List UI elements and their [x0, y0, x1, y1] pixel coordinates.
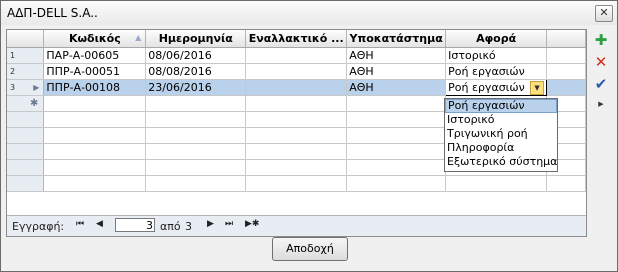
previous-record-icon[interactable]: ◀ [96, 219, 103, 229]
cell-about-value: Ροή εργασιών [448, 81, 525, 94]
cell-code[interactable]: ΠΑΡ-Α-00605 [43, 47, 147, 64]
empty-indicator [7, 111, 45, 128]
column-header-alt[interactable]: Εναλλακτικό ... [245, 30, 348, 48]
empty-indicator [7, 159, 45, 176]
next-record-icon[interactable]: ▶ [207, 219, 214, 229]
cell-alt[interactable] [245, 47, 348, 64]
row-filler [546, 47, 586, 64]
cell-date[interactable]: 08/08/2016 [145, 63, 247, 80]
cell-alt[interactable] [245, 79, 348, 96]
row-filler [546, 79, 586, 96]
title-bar: ΑΔΠ-DELL S.A.. ✕ [1, 1, 617, 25]
table-row[interactable]: 2 ΠΠΡ-Α-00051 08/08/2016 ΑΘΗ Ροή εργασιώ… [7, 63, 586, 80]
empty-cell[interactable] [43, 95, 147, 112]
row-filler [546, 63, 586, 80]
accept-button[interactable]: Αποδοχή [272, 237, 348, 261]
dropdown-option[interactable]: Τριγωνική ροή [445, 127, 557, 141]
empty-cell[interactable] [245, 95, 348, 112]
dropdown-option[interactable]: Ιστορικό [445, 113, 557, 127]
record-label: Εγγραφή: [12, 220, 65, 233]
cell-about-editor[interactable]: Ροή εργασιών ▼ [445, 79, 548, 96]
column-header-code-label: Κωδικός [68, 32, 121, 45]
close-button[interactable]: ✕ [595, 5, 613, 22]
column-header-branch[interactable]: Υποκατάστημα [346, 30, 447, 48]
record-number-input[interactable]: 3 [115, 218, 155, 232]
table-row-selected[interactable]: 3 ▶ ΠΠΡ-Α-00108 23/06/2016 ΑΘΗ Ροή εργασι… [7, 79, 586, 96]
cell-alt[interactable] [245, 63, 348, 80]
empty-cell[interactable] [346, 95, 447, 112]
header-row: Κωδικός ▲ Ημερομηνία Εναλλακτικό ... Υποκ… [7, 30, 586, 48]
dropdown-option[interactable]: Εξωτερικό σύστημα [445, 155, 557, 169]
cell-date[interactable]: 08/06/2016 [145, 47, 247, 64]
table-row[interactable]: 1 ΠΑΡ-Α-00605 08/06/2016 ΑΘΗ Ιστορικό [7, 47, 586, 64]
more-options-icon[interactable]: ▶ [592, 95, 610, 113]
row-indicator-header [7, 30, 45, 48]
dropdown-toggle-button[interactable]: ▼ [530, 81, 545, 95]
header-filler [546, 30, 586, 48]
current-row-arrow-icon: ▶ [33, 83, 40, 92]
delete-icon[interactable]: ✕ [592, 53, 610, 71]
record-navigator: Εγγραφή: ⏮ ◀ 3 από 3 ▶ ⏭ ▶✱ [7, 215, 586, 236]
empty-cell[interactable] [145, 95, 247, 112]
first-record-icon[interactable]: ⏮ [76, 219, 84, 229]
row-indicator-current[interactable]: 3 ▶ [7, 79, 45, 96]
column-header-date[interactable]: Ημερομηνία [145, 30, 247, 48]
row-number: 3 [10, 83, 16, 92]
column-header-code[interactable]: Κωδικός ▲ [43, 30, 147, 48]
new-row-indicator[interactable]: ✱ [7, 95, 45, 112]
cell-branch[interactable]: ΑΘΗ [346, 79, 447, 96]
dialog-window: ΑΔΠ-DELL S.A.. ✕ Κωδικός ▲ Ημερομηνία Ενα… [0, 0, 618, 272]
last-record-icon[interactable]: ⏭ [225, 219, 233, 229]
empty-indicator [7, 175, 45, 192]
sort-ascending-icon: ▲ [135, 33, 142, 42]
add-icon[interactable]: ✚ [592, 31, 610, 49]
about-dropdown-list: Ροή εργασιών Ιστορικό Τριγωνική ροή Πληρ… [444, 98, 558, 172]
cell-about[interactable]: Ροή εργασιών [445, 63, 548, 80]
empty-row [7, 175, 586, 192]
column-header-about[interactable]: Αφορά [445, 30, 548, 48]
check-icon[interactable]: ✔ [592, 75, 610, 93]
cell-about[interactable]: Ιστορικό [445, 47, 548, 64]
dropdown-option[interactable]: Πληροφορία [445, 141, 557, 155]
new-row-star-icon: ✱ [30, 98, 39, 109]
cell-code[interactable]: ΠΠΡ-Α-00108 [43, 79, 147, 96]
of-label: από [160, 220, 181, 233]
cell-branch[interactable]: ΑΘΗ [346, 63, 447, 80]
dropdown-option[interactable]: Ροή εργασιών [445, 99, 557, 113]
row-number[interactable]: 1 [7, 47, 45, 64]
empty-indicator [7, 127, 45, 144]
cell-branch[interactable]: ΑΘΗ [346, 47, 447, 64]
window-title: ΑΔΠ-DELL S.A.. [7, 6, 98, 20]
new-record-icon[interactable]: ▶✱ [245, 219, 259, 229]
total-records: 3 [185, 220, 192, 233]
row-number[interactable]: 2 [7, 63, 45, 80]
empty-indicator [7, 143, 45, 160]
cell-date[interactable]: 23/06/2016 [145, 79, 247, 96]
cell-code[interactable]: ΠΠΡ-Α-00051 [43, 63, 147, 80]
